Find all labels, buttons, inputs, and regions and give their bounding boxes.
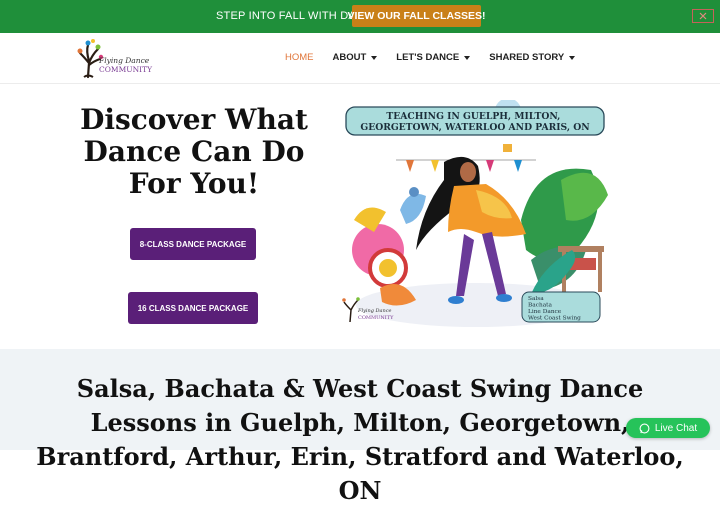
logo-text-line2: COMMUNITY [99,65,153,74]
nav-home-label: HOME [285,52,314,63]
nav-shared-story-label: SHARED STORY [489,52,565,63]
illustration-logo-line2: COMMUNITY [358,315,394,321]
close-icon[interactable] [692,9,714,23]
chevron-down-icon [371,55,378,60]
site-header: Flying Dance COMMUNITY HOME ABOUT LET'S … [0,33,720,84]
style-item: Line Dance [528,309,562,315]
promo-bar: STEP INTO FALL WITH DANCE VIEW OUR FALL … [0,0,720,33]
nav-shared-story[interactable]: SHARED STORY [489,52,576,63]
logo-text-line1: Flying Dance [98,56,150,65]
nav-lets-dance[interactable]: LET'S DANCE [396,52,471,63]
main-nav: HOME ABOUT LET'S DANCE SHARED STORY [285,52,594,63]
nav-about[interactable]: ABOUT [333,52,378,63]
style-item: Salsa [528,296,544,302]
live-chat-button[interactable]: Live Chat [626,418,710,438]
hero-title: Discover What Dance Can Do For You! [80,103,308,200]
8-class-package-button[interactable]: 8-CLASS DANCE PACKAGE [130,228,256,260]
chevron-down-icon [464,55,471,60]
view-fall-classes-button[interactable]: VIEW OUR FALL CLASSES! [347,5,486,27]
nav-about-label: ABOUT [332,52,367,63]
live-chat-label: Live Chat [654,422,698,434]
style-item: West Coast Swing [528,316,581,322]
banner-line-1: TEACHING IN GUELPH, MILTON, [386,111,560,122]
nav-lets-dance-label: LET'S DANCE [396,52,460,63]
close-icon-glyph [699,12,707,20]
style-item: Bachata [528,303,552,309]
chevron-down-icon [569,55,576,60]
whatsapp-icon [639,423,650,433]
site-logo[interactable]: Flying Dance COMMUNITY [74,37,158,79]
illustration-logo-line1: Flying Dance [357,308,392,314]
lessons-heading: Salsa, Bachata & West Coast Swing Dance … [36,374,684,505]
illustration-banner-text: TEACHING IN GUELPH, MILTON, GEORGETOWN, … [360,111,590,133]
hero-illustration: TEACHING IN GUELPH, MILTON, GEORGETOWN, … [342,100,608,327]
nav-home[interactable]: HOME [285,52,314,63]
banner-line-2: GEORGETOWN, WATERLOO AND PARIS, ON [360,122,590,133]
16-class-package-button[interactable]: 16 CLASS DANCE PACKAGE [128,292,258,324]
